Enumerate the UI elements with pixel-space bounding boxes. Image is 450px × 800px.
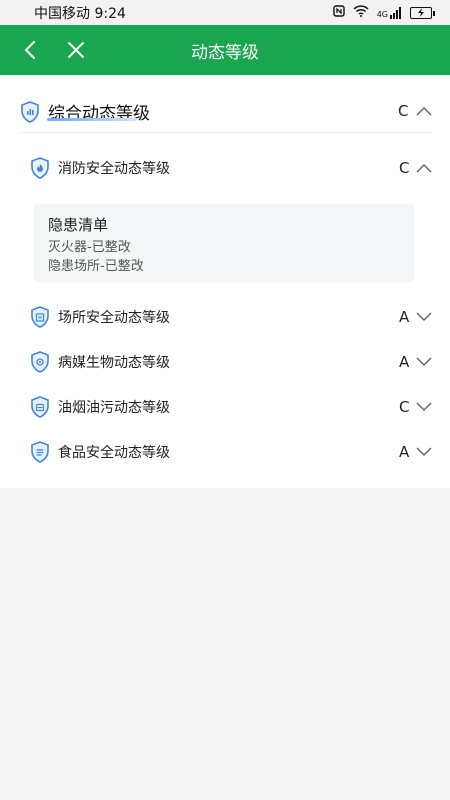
category-label: 消防安全动态等级	[58, 161, 170, 177]
category-row-fire[interactable]: 消防安全动态等级 C	[0, 156, 450, 180]
shield-icon	[21, 101, 39, 123]
category-label: 病媒生物动态等级	[58, 355, 170, 371]
food-shield-icon	[31, 441, 49, 463]
category-grade: C	[399, 398, 410, 416]
summary-underline	[47, 118, 137, 121]
close-icon	[68, 42, 84, 58]
category-grade: A	[399, 443, 410, 461]
chevron-up-icon	[416, 163, 432, 173]
network-type: 4G	[376, 9, 388, 19]
fire-shield-icon	[31, 157, 49, 179]
category-row-food[interactable]: 食品安全动态等级 A	[0, 440, 450, 464]
category-grade: A	[399, 353, 410, 371]
category-row-pests[interactable]: 病媒生物动态等级 A	[0, 350, 450, 374]
chevron-left-icon	[24, 41, 35, 59]
status-bar: 中国移动 9:24 4G	[0, 0, 450, 25]
hazard-item: 灭火器-已整改	[48, 240, 131, 255]
hazard-list-box: 隐患清单 灭火器-已整改 隐患场所-已整改	[34, 204, 414, 282]
chevron-down-icon	[416, 402, 432, 412]
nfc-icon	[333, 5, 345, 20]
bug-shield-icon	[31, 351, 49, 373]
category-label: 油烟油污动态等级	[58, 400, 170, 416]
grease-shield-icon	[31, 396, 49, 418]
status-icons: 4G	[333, 5, 435, 20]
hazard-list-title: 隐患清单	[48, 216, 109, 234]
hazard-item: 隐患场所-已整改	[48, 259, 144, 274]
building-shield-icon	[31, 306, 49, 328]
category-label: 场所安全动态等级	[58, 310, 170, 326]
nav-bar: 动态等级	[0, 25, 450, 75]
category-label: 食品安全动态等级	[58, 445, 170, 461]
carrier-time: 中国移动 9:24	[34, 5, 126, 22]
chevron-up-icon	[416, 106, 432, 116]
chevron-down-icon	[416, 447, 432, 457]
category-grade: A	[399, 308, 410, 326]
wifi-icon	[353, 5, 369, 20]
category-row-grease[interactable]: 油烟油污动态等级 C	[0, 395, 450, 419]
category-grade: C	[399, 159, 410, 177]
chevron-down-icon	[416, 312, 432, 322]
signal-icon: 4G	[376, 6, 402, 19]
close-button[interactable]	[56, 25, 96, 75]
divider	[20, 132, 432, 133]
back-button[interactable]	[10, 25, 50, 75]
category-row-premises[interactable]: 场所安全动态等级 A	[0, 305, 450, 329]
chevron-down-icon	[416, 357, 432, 367]
summary-grade: C	[398, 102, 409, 120]
grade-card: 综合动态等级 C 消防安全动态等级 C 隐患清单 灭火器-已整改 隐患场所-已整…	[0, 75, 450, 488]
battery-icon	[410, 6, 435, 19]
